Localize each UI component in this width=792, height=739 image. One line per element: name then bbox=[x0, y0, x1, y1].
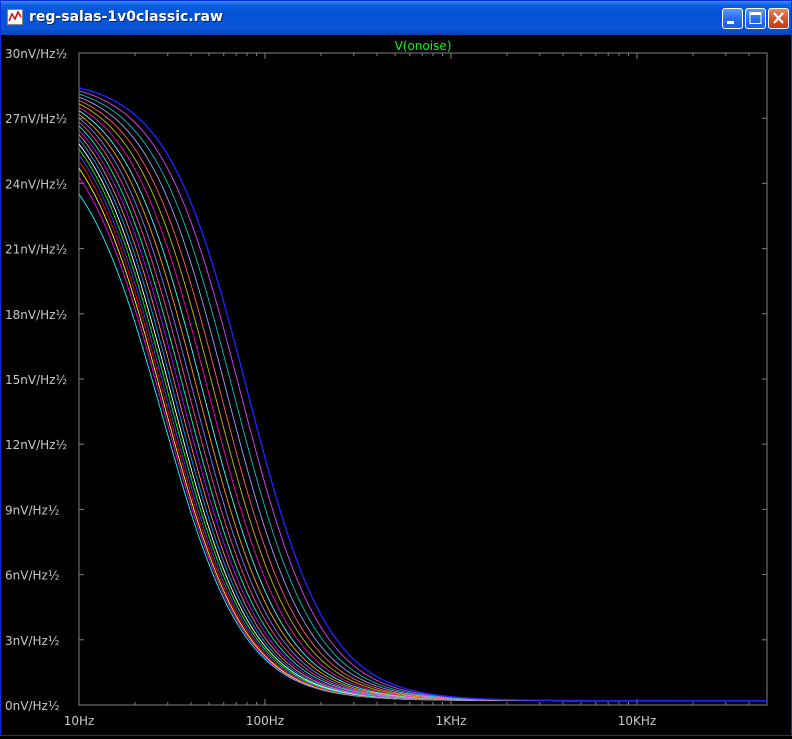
noise-curve bbox=[78, 117, 767, 702]
chart-title: V(onoise) bbox=[395, 39, 452, 53]
y-tick-label: 3nV/Hz½ bbox=[5, 634, 59, 648]
x-tick-label: 1KHz bbox=[436, 714, 467, 728]
x-tick-label: 10KHz bbox=[618, 714, 656, 728]
noise-curve bbox=[78, 138, 767, 702]
title-bar[interactable]: reg-salas-1v0classic.raw bbox=[1, 1, 791, 35]
y-tick-label: 24nV/Hz½ bbox=[5, 177, 67, 191]
window-title: reg-salas-1v0classic.raw bbox=[29, 9, 223, 25]
noise-curve bbox=[78, 103, 767, 702]
plot-frame bbox=[78, 52, 768, 706]
noise-curve bbox=[78, 129, 767, 702]
noise-curve bbox=[78, 114, 767, 702]
close-icon bbox=[773, 12, 784, 24]
noise-curve bbox=[78, 160, 767, 702]
y-tick-label: 27nV/Hz½ bbox=[5, 112, 67, 126]
y-tick-label: 12nV/Hz½ bbox=[5, 438, 67, 452]
plot-window: reg-salas-1v0classic.raw V(onoise) 0nV/Hz… bbox=[0, 0, 792, 736]
close-button[interactable] bbox=[768, 8, 789, 29]
minimize-icon bbox=[727, 21, 734, 24]
y-tick-label: 9nV/Hz½ bbox=[5, 503, 59, 517]
waveform-app-icon bbox=[7, 9, 23, 25]
y-tick-label: 15nV/Hz½ bbox=[5, 373, 67, 387]
maximize-button[interactable] bbox=[745, 8, 766, 29]
y-tick-label: 6nV/Hz½ bbox=[5, 569, 59, 583]
noise-curve bbox=[78, 100, 767, 702]
y-tick-label: 0nV/Hz½ bbox=[5, 699, 59, 713]
noise-curve bbox=[78, 134, 767, 702]
noise-curve bbox=[78, 143, 767, 702]
y-tick-label: 18nV/Hz½ bbox=[5, 308, 67, 322]
y-tick-label: 21nV/Hz½ bbox=[5, 243, 67, 257]
noise-curve bbox=[78, 106, 767, 702]
minimize-button[interactable] bbox=[722, 8, 743, 29]
noise-curve bbox=[78, 87, 767, 702]
x-tick-label: 100Hz bbox=[246, 714, 284, 728]
plot-area[interactable]: V(onoise) 0nV/Hz½ 3nV/Hz½ 6nV/Hz½ 9nV/Hz½ 12n… bbox=[3, 35, 791, 735]
x-tick-label: 10Hz bbox=[64, 714, 95, 728]
y-tick-label: 30nV/Hz½ bbox=[5, 47, 67, 61]
noise-chart[interactable]: V(onoise) 0nV/Hz½ 3nV/Hz½ 6nV/Hz½ 9nV/Hz½ 12n… bbox=[3, 35, 791, 735]
maximize-icon bbox=[749, 12, 762, 24]
